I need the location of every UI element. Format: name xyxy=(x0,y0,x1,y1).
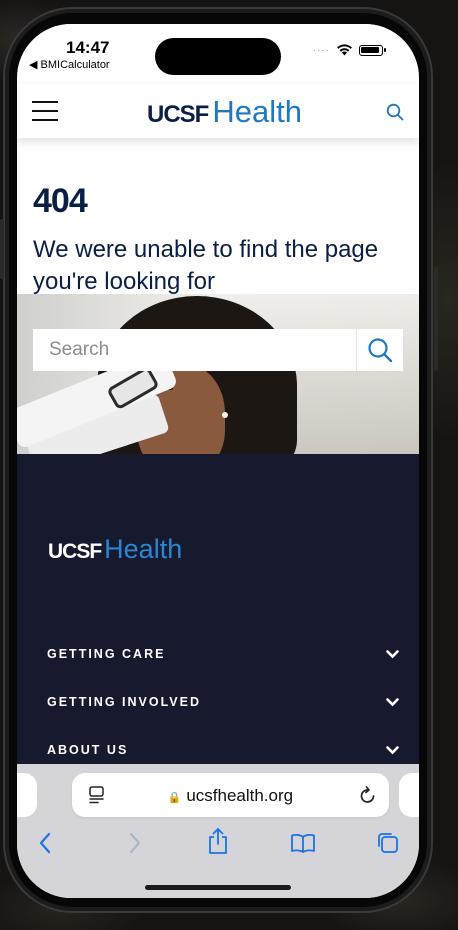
footer-logo-ucsf-text: UCSF xyxy=(48,540,102,563)
search-icon[interactable] xyxy=(386,103,404,121)
hero-image xyxy=(17,294,419,454)
footer-nav: GETTING CARE GETTING INVOLVED ABOUT US xyxy=(47,630,399,774)
signal-icon: ···· xyxy=(312,44,330,56)
search-box xyxy=(33,329,403,371)
ucsf-health-logo[interactable]: UCSF Health xyxy=(147,94,302,130)
previous-tab-preview[interactable] xyxy=(17,773,37,817)
bookmarks-icon[interactable] xyxy=(290,833,316,853)
chevron-down-icon xyxy=(386,745,399,754)
footer-logo[interactable]: UCSF Health xyxy=(48,534,182,565)
url-display[interactable]: 🔒 ucsfhealth.org xyxy=(72,786,389,806)
url-text: ucsfhealth.org xyxy=(186,786,294,805)
status-time: 14:47 xyxy=(66,38,110,57)
lock-icon: 🔒 xyxy=(167,792,182,804)
site-header: UCSF Health xyxy=(17,84,419,138)
search-icon xyxy=(368,338,393,363)
search-input[interactable] xyxy=(33,329,356,371)
reload-icon[interactable] xyxy=(359,785,377,805)
logo-health-text: Health xyxy=(212,94,302,129)
chevron-down-icon xyxy=(386,697,399,706)
search-submit-button[interactable] xyxy=(356,329,403,371)
error-code: 404 xyxy=(33,182,88,220)
chevron-down-icon xyxy=(386,649,399,658)
logo-ucsf-text: UCSF xyxy=(147,101,209,128)
share-icon[interactable] xyxy=(207,827,229,855)
browser-bar: 🔒 ucsfhealth.org xyxy=(17,764,419,898)
address-bar[interactable]: 🔒 ucsfhealth.org xyxy=(72,773,389,817)
next-tab-preview[interactable] xyxy=(399,773,419,817)
footer-nav-label: GETTING INVOLVED xyxy=(47,695,201,709)
hamburger-icon[interactable] xyxy=(32,101,58,121)
back-icon[interactable] xyxy=(38,831,52,855)
footer-nav-label: GETTING CARE xyxy=(47,647,166,661)
site-footer: UCSF Health GETTING CARE GETTING INVOLVE… xyxy=(17,454,419,774)
tabs-icon[interactable] xyxy=(376,831,400,855)
footer-nav-label: ABOUT US xyxy=(47,743,129,757)
dynamic-island xyxy=(155,38,281,75)
battery-icon xyxy=(359,44,386,56)
footer-nav-getting-care[interactable]: GETTING CARE xyxy=(47,630,399,678)
footer-logo-health-text: Health xyxy=(104,534,183,564)
phone-screen: 14:47 ◀ BMICalculator ···· UCSF Health 4… xyxy=(17,24,419,898)
wifi-icon xyxy=(337,44,352,56)
home-indicator[interactable] xyxy=(145,885,291,890)
status-bar: 14:47 ◀ BMICalculator ···· xyxy=(17,24,419,75)
forward-icon[interactable] xyxy=(128,831,142,855)
volume-button xyxy=(0,219,4,279)
footer-nav-getting-involved[interactable]: GETTING INVOLVED xyxy=(47,678,399,726)
error-message: We were unable to find the page you're l… xyxy=(33,236,379,295)
browser-toolbar xyxy=(17,827,419,867)
back-to-app-link[interactable]: ◀ BMICalculator xyxy=(29,58,110,71)
status-icons: ···· xyxy=(312,44,386,56)
power-button xyxy=(434,267,438,371)
